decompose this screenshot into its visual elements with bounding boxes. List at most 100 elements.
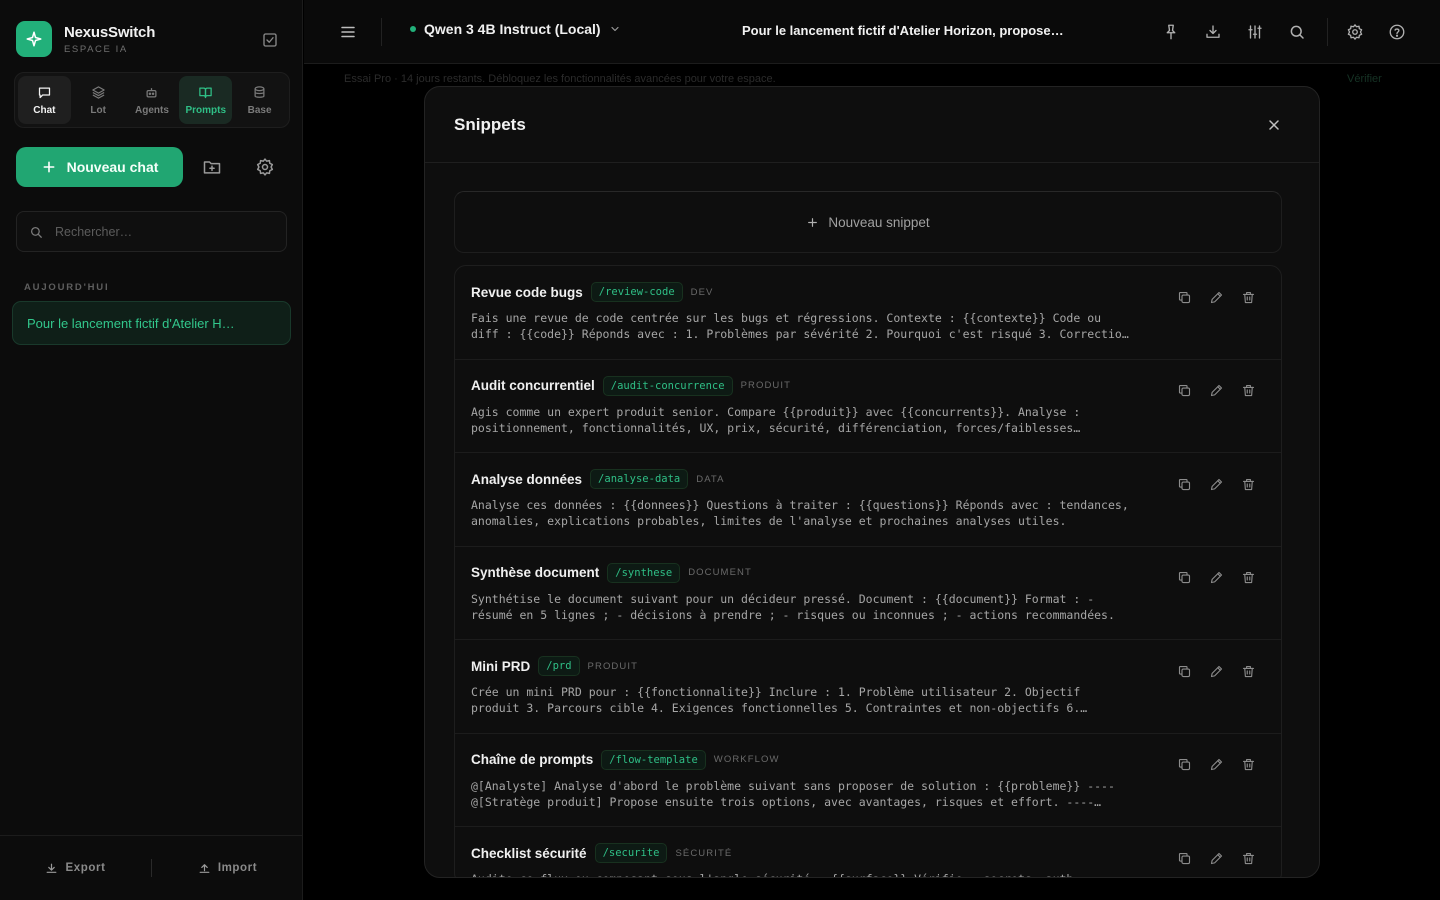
copy-icon[interactable]: [1175, 475, 1193, 493]
download-icon[interactable]: [1201, 20, 1225, 44]
trash-icon[interactable]: [1239, 475, 1257, 493]
upload-icon: [199, 863, 210, 873]
snippet-body: Synthétise le document suivant pour un d…: [471, 591, 1115, 622]
plus-icon: [808, 217, 818, 227]
chat-title: Pour le lancement fictif d'Atelier Horiz…: [742, 23, 1064, 38]
plus-icon: [43, 161, 55, 173]
tab-chat-label: Chat: [33, 104, 56, 116]
edit-pencil-icon[interactable]: [1207, 756, 1225, 774]
snippet-body: Analyse ces données : {{donnees}} Questi…: [471, 498, 1129, 528]
background-banner-text: Essai Pro · 14 jours restants. Débloquez…: [344, 73, 776, 85]
import-button[interactable]: Import: [152, 862, 303, 875]
help-icon[interactable]: [1385, 20, 1409, 44]
snippet-category: WORKFLOW: [713, 754, 780, 765]
folder-plus-icon[interactable]: [200, 155, 224, 179]
trash-icon[interactable]: [1239, 662, 1257, 680]
tab-lot[interactable]: Lot: [72, 76, 125, 124]
snippet-body: Fais une revue de code centrée sur les b…: [471, 311, 1129, 341]
search-icon[interactable]: [1285, 20, 1309, 44]
snippet-command: /review-code: [590, 282, 683, 302]
search-input[interactable]: Rechercher…: [16, 211, 287, 252]
snippet-body: @[Analyste] Analyse d'abord le problème …: [471, 778, 1115, 809]
status-dot: [410, 26, 416, 32]
tab-agents-label: Agents: [135, 104, 169, 116]
bot-icon: [146, 87, 157, 97]
sparkle-logo-icon: [16, 21, 52, 57]
menu-icon[interactable]: [336, 20, 360, 44]
new-snippet-button[interactable]: Nouveau snippet: [454, 191, 1282, 253]
trash-icon[interactable]: [1239, 849, 1257, 867]
settings-gear-icon[interactable]: [1343, 20, 1367, 44]
edit-pencil-icon[interactable]: [1207, 662, 1225, 680]
modal-title: Snippets: [454, 115, 526, 134]
tab-prompts[interactable]: Prompts: [179, 76, 233, 124]
snippet-body: Agis comme un expert produit senior. Com…: [471, 404, 1081, 435]
snippet-item[interactable]: Audit concurrentiel /audit-concurrence P…: [455, 360, 1281, 453]
top-bar: Qwen 3 4B Instruct (Local) Pour le lance…: [304, 0, 1440, 64]
tab-chat[interactable]: Chat: [18, 76, 71, 124]
model-name: Qwen 3 4B Instruct (Local): [424, 21, 601, 37]
trash-icon[interactable]: [1239, 569, 1257, 587]
edit-pencil-icon[interactable]: [1207, 288, 1225, 306]
snippet-category: SÉCURITÉ: [675, 847, 733, 859]
close-icon[interactable]: [1262, 113, 1286, 137]
edit-pencil-icon[interactable]: [1207, 475, 1225, 493]
copy-icon[interactable]: [1175, 382, 1193, 400]
snippet-command: /flow-template: [601, 749, 706, 770]
snippet-command: /audit-concurrence: [602, 375, 733, 396]
snippet-title: Checklist sécurité: [471, 845, 587, 861]
chat-bubble-icon: [38, 87, 51, 98]
tab-prompts-label: Prompts: [185, 104, 227, 116]
model-selector[interactable]: Qwen 3 4B Instruct (Local): [410, 21, 621, 37]
snippet-item[interactable]: Mini PRD /prd PRODUIT Crée un mini PRD p…: [455, 640, 1281, 734]
sliders-icon[interactable]: [1243, 20, 1267, 44]
export-button[interactable]: Export: [0, 862, 151, 875]
settings-gear-icon[interactable]: [253, 155, 277, 179]
edit-pencil-icon[interactable]: [1207, 569, 1225, 587]
snippet-list: Revue code bugs /review-code DEV Fais un…: [454, 265, 1282, 877]
snippets-modal: Snippets Nouveau snippet Revue code bugs…: [424, 86, 1320, 878]
tab-base[interactable]: Base: [233, 76, 286, 124]
modal-header: Snippets: [425, 87, 1319, 163]
tab-agents[interactable]: Agents: [126, 76, 179, 124]
new-chat-label: Nouveau chat: [66, 159, 159, 175]
conversation-item[interactable]: Pour le lancement fictif d'Atelier H…: [12, 301, 291, 345]
compose-icon[interactable]: [258, 28, 282, 52]
import-label: Import: [217, 862, 258, 874]
copy-icon[interactable]: [1175, 756, 1193, 774]
brand: NexusSwitch ESPACE IA: [16, 21, 155, 57]
trash-icon[interactable]: [1239, 382, 1257, 400]
sidebar-footer: Export Import: [0, 835, 303, 900]
snippet-title: Synthèse document: [471, 565, 600, 580]
topbar-divider: [381, 18, 382, 46]
download-icon: [47, 863, 57, 873]
copy-icon[interactable]: [1175, 662, 1193, 680]
sidebar: NexusSwitch ESPACE IA Chat Lot Agents Pr…: [0, 0, 303, 900]
copy-icon[interactable]: [1175, 288, 1193, 306]
topbar-divider-2: [1327, 18, 1328, 46]
trash-icon[interactable]: [1239, 288, 1257, 306]
tab-lot-label: Lot: [90, 104, 106, 116]
snippet-item[interactable]: Analyse données /analyse-data DATA Analy…: [455, 453, 1281, 547]
edit-pencil-icon[interactable]: [1207, 382, 1225, 400]
snippet-title: Mini PRD: [471, 658, 531, 674]
snippet-item[interactable]: Revue code bugs /review-code DEV Fais un…: [455, 266, 1281, 360]
copy-icon[interactable]: [1175, 569, 1193, 587]
snippet-item[interactable]: Checklist sécurité /securite SÉCURITÉ Au…: [455, 827, 1281, 877]
snippet-category: DEV: [690, 286, 714, 298]
pin-icon[interactable]: [1159, 20, 1183, 44]
search-icon: [30, 226, 42, 238]
snippet-item[interactable]: Chaîne de prompts /flow-template WORKFLO…: [455, 734, 1281, 827]
snippet-command: /prd: [538, 656, 580, 676]
snippet-category: PRODUIT: [740, 380, 792, 391]
edit-pencil-icon[interactable]: [1207, 849, 1225, 867]
snippet-title: Revue code bugs: [471, 284, 583, 300]
new-chat-button[interactable]: Nouveau chat: [16, 147, 183, 187]
copy-icon[interactable]: [1175, 849, 1193, 867]
snippet-body: Crée un mini PRD pour : {{fonctionnalite…: [471, 685, 1088, 715]
export-label: Export: [65, 862, 106, 874]
trash-icon[interactable]: [1239, 756, 1257, 774]
snippet-item[interactable]: Synthèse document /synthese DOCUMENT Syn…: [455, 547, 1281, 640]
database-icon: [254, 85, 265, 98]
section-today-label: AUJOURD'HUI: [24, 282, 110, 293]
